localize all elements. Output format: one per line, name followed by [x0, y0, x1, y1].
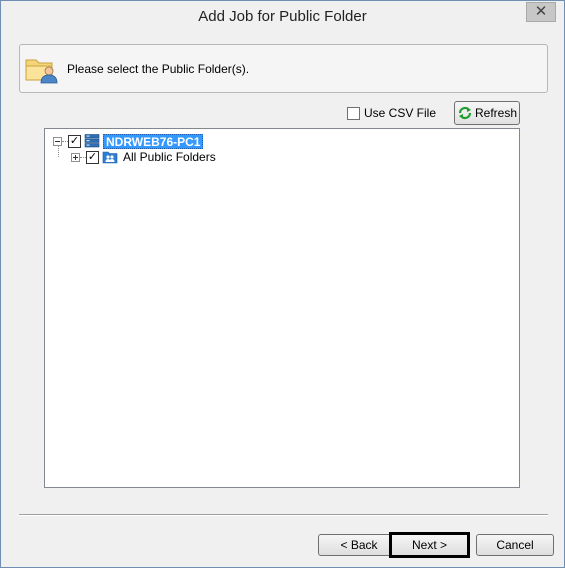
public-folders-node-label[interactable]: All Public Folders — [120, 150, 219, 164]
server-node-label[interactable]: NDRWEB76-PC1 — [103, 133, 204, 149]
public-folder-tree[interactable]: ✓ NDRWEB76-PC1 ✓ All Public Folders — [44, 128, 520, 488]
collapse-toggle[interactable] — [53, 136, 62, 146]
public-folders-checkbox[interactable]: ✓ — [86, 150, 99, 164]
refresh-button[interactable]: Refresh — [454, 101, 520, 125]
close-icon: ✕ — [534, 3, 548, 20]
expand-toggle[interactable] — [71, 152, 80, 162]
tree-node-server[interactable]: ✓ NDRWEB76-PC1 — [53, 133, 204, 149]
tree-node-all-public-folders[interactable]: ✓ All Public Folders — [71, 149, 219, 165]
footer-separator — [19, 514, 548, 516]
back-button[interactable]: < Back — [318, 534, 400, 556]
cancel-button[interactable]: Cancel — [476, 534, 554, 556]
use-csv-option[interactable]: Use CSV File — [347, 105, 436, 121]
use-csv-checkbox[interactable] — [347, 106, 360, 120]
refresh-label: Refresh — [474, 106, 518, 120]
title-bar: Add Job for Public Folder ✕ — [1, 1, 564, 32]
instruction-text: Please select the Public Folder(s). — [67, 62, 250, 76]
server-checkbox[interactable]: ✓ — [68, 134, 81, 148]
window-title: Add Job for Public Folder — [198, 8, 367, 25]
folder-user-icon — [25, 59, 58, 84]
dialog-window: Add Job for Public Folder ✕ Please selec… — [0, 0, 565, 568]
public-folder-icon — [102, 151, 118, 164]
use-csv-label: Use CSV File — [364, 106, 437, 120]
server-icon — [84, 134, 100, 148]
instruction-panel: Please select the Public Folder(s). — [19, 44, 548, 93]
close-button[interactable]: ✕ — [526, 2, 556, 22]
next-button[interactable]: Next > — [389, 532, 470, 558]
refresh-icon — [458, 106, 472, 120]
